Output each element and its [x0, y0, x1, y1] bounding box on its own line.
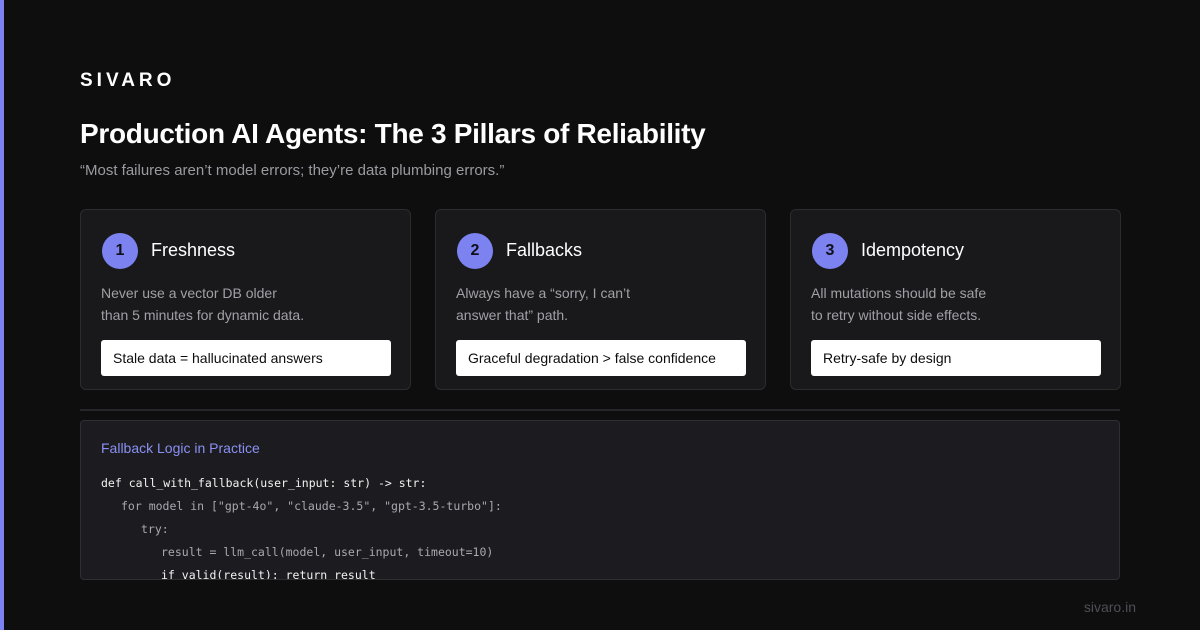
pillar-description: Always have a “sorry, I can’t answer tha…: [456, 282, 686, 326]
pillar-description: Never use a vector DB older than 5 minut…: [101, 282, 331, 326]
accent-bar: [0, 0, 4, 630]
pillar-description-line: than 5 minutes for dynamic data.: [101, 307, 305, 323]
footer-url: sivaro.in: [1083, 599, 1136, 615]
pillar-title: Fallbacks: [506, 240, 583, 260]
pillar-takeaway: Retry-safe by design: [811, 340, 1101, 376]
pillar-description-line: Always have a “sorry, I can’t: [456, 285, 631, 301]
pillar-card-freshness: 1 Freshness Never use a vector DB older …: [80, 209, 411, 390]
pillar-title: Idempotency: [861, 240, 965, 260]
pillar-number-badge: 1: [102, 233, 138, 269]
page-title: Production AI Agents: The 3 Pillars of R…: [80, 118, 706, 149]
pillar-description-line: answer that” path.: [456, 307, 569, 323]
pillar-card-idempotency: 3 Idempotency All mutations should be sa…: [790, 209, 1121, 390]
pillar-description-line: Never use a vector DB older: [101, 285, 277, 301]
section-divider: [80, 409, 1120, 411]
pillar-description-line: All mutations should be safe: [811, 285, 987, 301]
code-panel: Fallback Logic in Practice def call_with…: [80, 420, 1120, 580]
pillar-description: All mutations should be safe to retry wi…: [811, 282, 1041, 326]
pillar-title: Freshness: [151, 240, 236, 260]
code-line: for model in ["gpt-4o", "claude-3.5", "g…: [121, 499, 502, 513]
pillar-takeaway: Stale data = hallucinated answers: [101, 340, 391, 376]
pillar-number-badge: 2: [457, 233, 493, 269]
pillar-description-line: to retry without side effects.: [811, 307, 982, 323]
code-panel-title: Fallback Logic in Practice: [101, 440, 260, 456]
pillar-takeaway: Graceful degradation > false confidence: [456, 340, 746, 376]
brand-logo: SIVARO: [80, 70, 176, 91]
pillar-card-fallbacks: 2 Fallbacks Always have a “sorry, I can’…: [435, 209, 766, 390]
code-line: def call_with_fallback(user_input: str) …: [101, 476, 427, 490]
code-block: def call_with_fallback(user_input: str) …: [101, 472, 502, 580]
page-subtitle: “Most failures aren’t model errors; they…: [80, 162, 505, 179]
code-line: result = llm_call(model, user_input, tim…: [161, 545, 494, 559]
code-line: try:: [141, 522, 169, 536]
code-line: if valid(result): return result: [161, 568, 376, 580]
pillar-number-badge: 3: [812, 233, 848, 269]
